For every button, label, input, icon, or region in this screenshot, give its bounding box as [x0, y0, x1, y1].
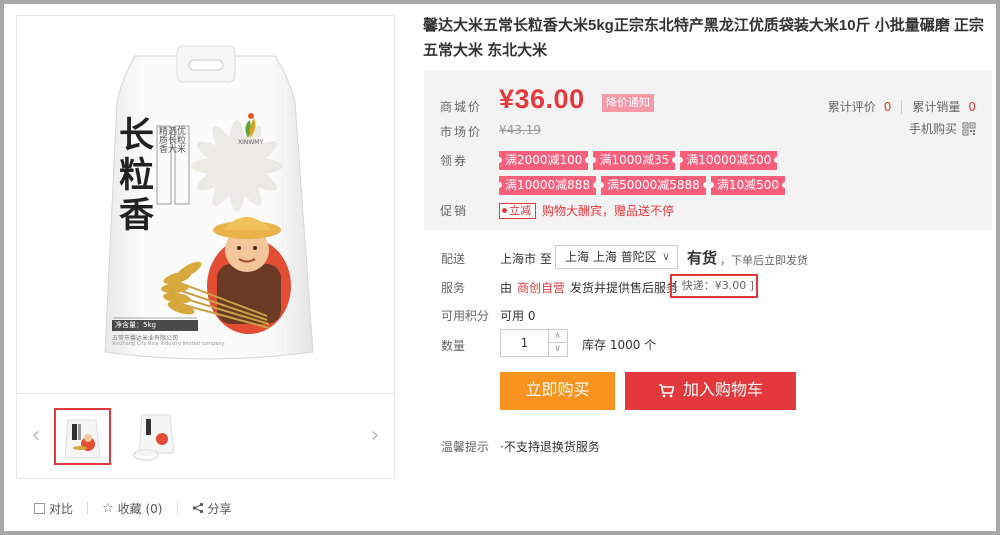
coupon-1[interactable]: 满2000减100 [495, 151, 592, 170]
cart-icon [658, 384, 675, 398]
favorite-label: 收藏 (0) [117, 501, 163, 516]
product-title: 馨达大米五常长粒香大米5kg正宗东北特产黑龙江优质袋装大米10斤 小批量碾磨 正… [423, 17, 984, 59]
stock-status: 有货 [687, 249, 718, 267]
market-price-value: ¥43.19 [499, 123, 541, 137]
increase-button[interactable]: ∧ [548, 330, 567, 343]
review-label: 累计评价 [827, 100, 876, 114]
delivery-label: 配送 [441, 252, 466, 266]
buy-now-button[interactable]: 立即购买 [500, 372, 615, 410]
chevron-right-icon[interactable]: › [368, 424, 382, 448]
shop-link[interactable]: 商创自营 [517, 279, 565, 296]
sales-label: 累计销量 [912, 100, 961, 114]
decrease-button[interactable]: ∨ [548, 343, 567, 356]
coupon-6[interactable]: 满10减500 [707, 176, 789, 195]
quantity-stepper: ∧ ∨ [500, 329, 568, 357]
shipping-note: ，下单后立即发货 [720, 254, 808, 267]
service-suffix: 发货并提供售后服务 [570, 281, 679, 295]
checkbox-icon[interactable] [34, 502, 45, 514]
coupon-label: 领券 [440, 154, 469, 168]
thumbnail-strip: ‹ › [16, 393, 395, 479]
price-notify-button[interactable]: 降价通知 [602, 94, 654, 112]
sales-count: 0 [968, 99, 976, 114]
chevron-left-icon[interactable]: ‹ [29, 424, 43, 448]
add-to-cart-button[interactable]: 加入购物车 [625, 372, 796, 410]
bag-brand-text: 长粒香 [119, 115, 155, 236]
coupon-3[interactable]: 满10000减500 [677, 151, 781, 170]
main-product-image[interactable]: 长粒香 精选优质长粒香大米 XINWMY 净含量：5kg 五常市馨达米业有限公司… [16, 15, 395, 394]
mall-price-label: 商城价 [440, 100, 483, 114]
delivery-from: 上海市 至 [500, 252, 552, 266]
promotion-tag: 立减 [499, 202, 536, 219]
compare-button[interactable]: 对比 [34, 500, 73, 517]
coupon-2[interactable]: 满1000减35 [590, 151, 679, 170]
divider [901, 99, 903, 114]
tips-text: ·不支持退换货服务 [500, 440, 600, 454]
coupon-5[interactable]: 满50000减5888 [598, 176, 709, 195]
sales-stats: 累计评价 0 累计销量 0 [828, 98, 976, 115]
share-label: 分享 [207, 501, 232, 516]
star-icon: ☆ [102, 500, 114, 516]
inventory-count: 库存 1000 个 [582, 338, 657, 352]
rice-bag-illustration [104, 45, 314, 360]
review-count[interactable]: 0 [884, 100, 892, 114]
bag-producer-en: Xinzhang City Rice Industry limited comp… [112, 341, 225, 347]
price-panel: 商城价 ¥36.00 降价通知 累计评价 0 累计销量 0 市场价 ¥43.19… [424, 70, 992, 230]
region-select[interactable]: 上海 上海 普陀区 ∨ [555, 245, 678, 269]
region-value: 上海 上海 普陀区 [565, 250, 657, 264]
points-value: 可用 0 [500, 309, 536, 323]
service-label: 服务 [441, 281, 466, 295]
divider [87, 501, 89, 515]
service-prefix: 由 [500, 281, 513, 295]
shipping-fee: [ 快递：¥3.00 ] [670, 274, 758, 298]
thumbnail-2[interactable] [127, 408, 184, 465]
service-info: 由 商创自营 发货并提供售后服务 [500, 279, 678, 296]
thumbnail-bag-rice-icon [133, 414, 175, 461]
points-label: 可用积分 [441, 309, 490, 323]
thumbnail-1[interactable] [54, 408, 111, 465]
share-icon [192, 502, 203, 514]
coupon-list: 满2000减100 满1000减35 满10000减500 满10000减888… [495, 151, 879, 195]
chevron-down-icon: ∨ [661, 250, 670, 263]
quantity-label: 数量 [441, 339, 466, 353]
market-price-label: 市场价 [440, 125, 483, 139]
promotion: 立减 购物大酬宾，赠品送不停 [499, 202, 674, 219]
bag-net-weight: 净含量：5kg [112, 320, 198, 331]
bag-sub-text: 精选优质长粒香大米 [159, 127, 187, 155]
coupon-4[interactable]: 满10000减888 [495, 176, 600, 195]
promotion-text[interactable]: 购物大酬宾，赠品送不停 [542, 202, 674, 219]
quantity-input[interactable] [501, 330, 549, 356]
promotion-label: 促销 [440, 204, 469, 218]
price-value: ¥36.00 [499, 84, 585, 114]
favorite-button[interactable]: ☆ 收藏 (0) [102, 500, 162, 517]
share-button[interactable]: 分享 [192, 500, 232, 517]
action-bar: 对比 ☆ 收藏 (0) 分享 [16, 497, 232, 519]
bag-brand-mark: XINWMY [238, 139, 264, 146]
tips-label: 温馨提示 [441, 440, 490, 454]
thumbnail-bag-icon [64, 419, 101, 459]
mobile-buy-button[interactable]: 手机购买 [909, 120, 976, 137]
mobile-buy-label: 手机购买 [908, 122, 957, 136]
add-to-cart-label: 加入购物车 [682, 382, 763, 399]
compare-label: 对比 [49, 501, 74, 516]
qr-code-icon [962, 122, 976, 135]
divider [176, 501, 178, 515]
